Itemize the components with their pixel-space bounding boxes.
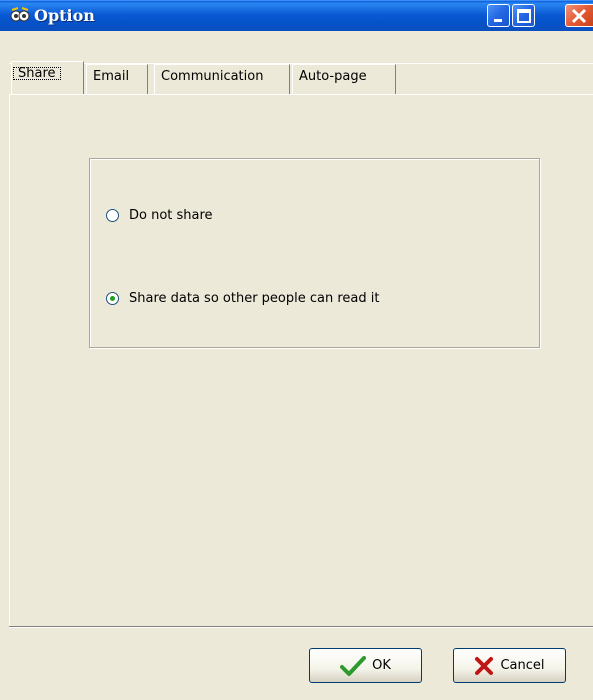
minimize-icon xyxy=(494,19,502,22)
tab-share[interactable]: Share xyxy=(11,61,84,94)
cancel-label: Cancel xyxy=(500,658,545,673)
x-icon xyxy=(475,656,494,675)
close-button[interactable] xyxy=(565,4,593,27)
radio-label: Share data so other people can read it xyxy=(129,290,380,306)
tab-communication-label: Communication xyxy=(161,69,264,84)
radio-label: Do not share xyxy=(129,207,213,223)
maximize-icon xyxy=(517,9,531,23)
tab-share-label: Share xyxy=(12,66,62,81)
window-title: Option xyxy=(34,6,95,25)
tab-auto-page[interactable]: Auto-page xyxy=(292,64,396,94)
tab-auto-page-label: Auto-page xyxy=(299,69,367,84)
ok-button[interactable]: OK xyxy=(309,648,422,683)
tab-email-label: Email xyxy=(93,69,130,84)
footer-separator xyxy=(9,626,593,628)
tab-communication[interactable]: Communication xyxy=(154,64,290,94)
app-icon xyxy=(10,6,30,26)
cancel-button[interactable]: Cancel xyxy=(453,648,566,683)
radio-button[interactable] xyxy=(106,208,119,222)
close-icon xyxy=(571,8,587,24)
title-bar[interactable]: Option xyxy=(0,0,593,31)
share-options-group xyxy=(89,158,540,348)
tab-email[interactable]: Email xyxy=(86,64,148,94)
radio-share-data[interactable]: Share data so other people can read it xyxy=(106,288,380,308)
maximize-button[interactable] xyxy=(512,4,535,27)
radio-button[interactable] xyxy=(106,291,119,305)
radio-do-not-share[interactable]: Do not share xyxy=(106,205,213,225)
minimize-button[interactable] xyxy=(487,4,510,27)
checkmark-icon xyxy=(340,655,367,676)
ok-label: OK xyxy=(372,658,391,673)
